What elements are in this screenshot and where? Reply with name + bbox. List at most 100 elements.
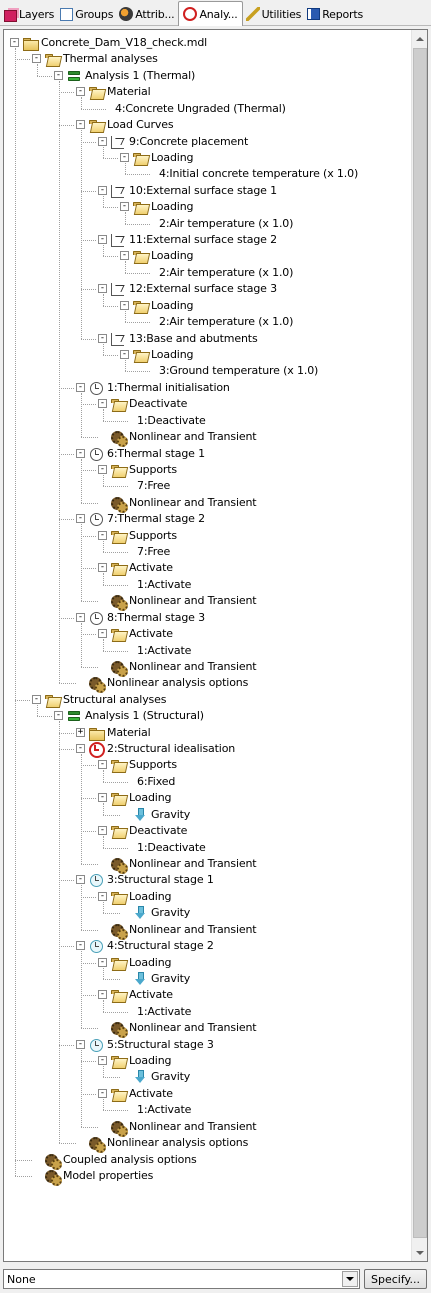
tree-node[interactable]: Nonlinear and Transient bbox=[110, 429, 257, 448]
collapse-toggle[interactable]: - bbox=[98, 530, 107, 540]
collapse-toggle[interactable]: - bbox=[98, 333, 107, 343]
tree-node[interactable]: Loading bbox=[110, 1053, 172, 1069]
tree-node[interactable]: Loading bbox=[132, 347, 194, 363]
tree-node[interactable]: 2:Air temperature (x 1.0) bbox=[156, 216, 293, 232]
tree-node[interactable]: Concrete_Dam_V18_check.mdl bbox=[22, 35, 207, 51]
collapse-toggle[interactable]: - bbox=[98, 1088, 107, 1098]
collapse-toggle[interactable]: - bbox=[98, 629, 107, 639]
tree-node[interactable]: 12:External surface stage 3 bbox=[110, 281, 277, 297]
tree-node[interactable]: Analysis 1 (Structural) bbox=[66, 708, 204, 724]
tree-node[interactable]: 4:Initial concrete temperature (x 1.0) bbox=[156, 166, 358, 182]
tree-node[interactable]: 4:Concrete Ungraded (Thermal) bbox=[112, 101, 286, 117]
collapse-toggle[interactable]: - bbox=[98, 826, 107, 836]
tree-node[interactable]: 6:Thermal stage 1 bbox=[88, 446, 205, 462]
tree-node[interactable]: 8:Thermal stage 3 bbox=[88, 610, 205, 626]
tree-node[interactable]: Nonlinear and Transient bbox=[110, 922, 257, 940]
tree-node[interactable]: 2:Structural idealisation bbox=[88, 741, 235, 759]
collapse-toggle[interactable]: - bbox=[10, 38, 19, 47]
tree-node[interactable]: 2:Air temperature (x 1.0) bbox=[156, 314, 293, 330]
dropdown-arrow-button[interactable] bbox=[342, 1271, 358, 1287]
tree-node[interactable]: Nonlinear and Transient bbox=[110, 593, 257, 612]
specify-button[interactable]: Specify... bbox=[364, 1269, 427, 1289]
tree-node[interactable]: 1:Activate bbox=[134, 1004, 191, 1020]
tree-node[interactable]: Gravity bbox=[132, 1069, 190, 1085]
tree-node[interactable]: Activate bbox=[110, 987, 173, 1003]
scroll-down-button[interactable] bbox=[412, 1244, 427, 1261]
collapse-toggle[interactable]: - bbox=[120, 349, 129, 359]
collapse-toggle[interactable]: - bbox=[98, 235, 107, 245]
tree-node[interactable]: 7:Free bbox=[134, 478, 170, 494]
expand-toggle[interactable]: + bbox=[76, 727, 85, 737]
tree-node[interactable]: 7:Thermal stage 2 bbox=[88, 511, 205, 527]
collapse-toggle[interactable]: - bbox=[98, 284, 107, 294]
collapse-toggle[interactable]: - bbox=[54, 70, 63, 80]
tree-node[interactable]: 9:Concrete placement bbox=[110, 134, 248, 150]
tree-node[interactable]: 6:Fixed bbox=[134, 774, 175, 790]
tree-node[interactable]: Coupled analysis options bbox=[44, 1152, 197, 1170]
collapse-toggle[interactable]: - bbox=[32, 694, 41, 704]
collapse-toggle[interactable]: - bbox=[120, 251, 129, 261]
collapse-toggle[interactable]: - bbox=[76, 87, 85, 97]
collapse-toggle[interactable]: - bbox=[120, 202, 129, 212]
collapse-toggle[interactable]: - bbox=[98, 957, 107, 967]
tree-node[interactable]: Activate bbox=[110, 1086, 173, 1102]
tree-node[interactable]: Nonlinear and Transient bbox=[110, 856, 257, 874]
tab-attrib[interactable]: Attrib... bbox=[117, 3, 177, 25]
tab-reports[interactable]: Reports bbox=[305, 3, 366, 25]
vertical-scrollbar[interactable] bbox=[411, 30, 427, 1261]
tree-node[interactable]: Loading bbox=[132, 150, 194, 166]
selection-dropdown[interactable]: None bbox=[3, 1269, 360, 1289]
tree-node[interactable]: Nonlinear and Transient bbox=[110, 659, 257, 677]
collapse-toggle[interactable]: - bbox=[98, 1056, 107, 1066]
collapse-toggle[interactable]: - bbox=[76, 448, 85, 458]
tree-node[interactable]: Gravity bbox=[132, 905, 190, 921]
tree-node[interactable]: 4:Structural stage 2 bbox=[88, 938, 214, 954]
tree-node[interactable]: 1:Activate bbox=[134, 577, 191, 593]
tree-node[interactable]: 1:Activate bbox=[134, 643, 191, 659]
tree-node[interactable]: Nonlinear and Transient bbox=[110, 495, 257, 513]
collapse-toggle[interactable]: - bbox=[120, 300, 129, 310]
scrollbar-thumb[interactable] bbox=[413, 48, 427, 1238]
collapse-toggle[interactable]: - bbox=[98, 399, 107, 409]
collapse-toggle[interactable]: - bbox=[98, 793, 107, 803]
collapse-toggle[interactable]: - bbox=[98, 891, 107, 901]
tab-groups[interactable]: Groups bbox=[58, 3, 116, 25]
tree-node[interactable]: 1:Deactivate bbox=[134, 413, 206, 429]
collapse-toggle[interactable]: - bbox=[54, 711, 63, 721]
collapse-toggle[interactable]: - bbox=[98, 990, 107, 1000]
tree-node[interactable]: Nonlinear analysis options bbox=[88, 1135, 248, 1154]
tree-node[interactable]: Structural analyses bbox=[44, 692, 166, 708]
collapse-toggle[interactable]: - bbox=[76, 120, 85, 130]
tree-node[interactable]: 13:Base and abutments bbox=[110, 331, 258, 347]
collapse-toggle[interactable]: - bbox=[98, 760, 107, 770]
tree-node[interactable]: 7:Free bbox=[134, 544, 170, 560]
tree-node[interactable]: Loading bbox=[132, 248, 194, 264]
collapse-toggle[interactable]: - bbox=[76, 382, 85, 392]
analysis-tree[interactable]: - Concrete_Dam_V18_check.mdl - Thermal anal… bbox=[4, 30, 413, 1261]
tree-node[interactable]: Loading bbox=[110, 955, 172, 971]
tree-node[interactable]: Deactivate bbox=[110, 396, 187, 412]
collapse-toggle[interactable]: - bbox=[98, 563, 107, 573]
tree-node[interactable]: 1:Activate bbox=[134, 1102, 191, 1118]
tree-node[interactable]: 5:Structural stage 3 bbox=[88, 1037, 214, 1053]
tree-node[interactable]: Nonlinear and Transient bbox=[110, 1119, 257, 1137]
tree-node[interactable]: Gravity bbox=[132, 971, 190, 987]
tree-node[interactable]: 1:Thermal initialisation bbox=[88, 380, 230, 396]
collapse-toggle[interactable]: - bbox=[76, 744, 85, 754]
tree-node[interactable]: Loading bbox=[110, 790, 172, 806]
tree-node[interactable]: Loading bbox=[132, 298, 194, 314]
scroll-up-button[interactable] bbox=[412, 30, 427, 47]
tree-node[interactable]: Activate bbox=[110, 626, 173, 642]
tree-node[interactable]: 11:External surface stage 2 bbox=[110, 232, 277, 248]
tree-node[interactable]: Activate bbox=[110, 560, 173, 576]
tree-node[interactable]: Supports bbox=[110, 462, 177, 478]
tree-node[interactable]: 3:Structural stage 1 bbox=[88, 872, 214, 888]
tree-node[interactable]: Model properties bbox=[44, 1168, 153, 1186]
tree-node[interactable]: Supports bbox=[110, 757, 177, 773]
tab-utilities[interactable]: Utilities bbox=[244, 3, 305, 25]
collapse-toggle[interactable]: - bbox=[76, 875, 85, 885]
tree-node[interactable]: Loading bbox=[132, 199, 194, 215]
tree-node[interactable]: Analysis 1 (Thermal) bbox=[66, 68, 195, 84]
tree-node[interactable]: 2:Air temperature (x 1.0) bbox=[156, 265, 293, 281]
collapse-toggle[interactable]: - bbox=[120, 152, 129, 162]
